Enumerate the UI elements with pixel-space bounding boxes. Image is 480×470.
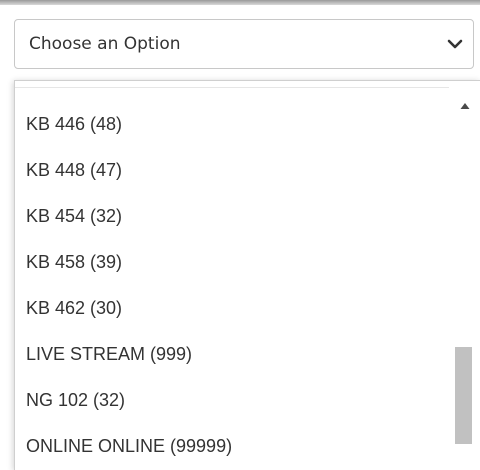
- list-item[interactable]: KB 458 (39): [15, 239, 449, 285]
- dropdown-listbox[interactable]: KB 446 (48) KB 448 (47) KB 454 (32) KB 4…: [14, 80, 480, 470]
- list-item[interactable]: NG 102 (32): [15, 377, 449, 423]
- list-item[interactable]: KB 462 (30): [15, 285, 449, 331]
- list-item[interactable]: ONLINE ONLINE (99999): [15, 423, 449, 469]
- triangle-up-icon[interactable]: [458, 101, 472, 111]
- list-item[interactable]: LIVE STREAM (999): [15, 331, 449, 377]
- chevron-down-icon[interactable]: [447, 36, 463, 52]
- list-item[interactable]: KB 454 (32): [15, 193, 449, 239]
- option-select[interactable]: Choose an Option: [14, 19, 474, 69]
- scrollbar-thumb[interactable]: [455, 347, 472, 444]
- option-list: KB 446 (48) KB 448 (47) KB 454 (32) KB 4…: [15, 101, 449, 469]
- top-shadow: [0, 0, 480, 5]
- scrollbar[interactable]: [449, 81, 480, 470]
- list-item[interactable]: KB 448 (47): [15, 147, 449, 193]
- list-item[interactable]: KB 446 (48): [15, 101, 449, 147]
- select-placeholder: Choose an Option: [29, 34, 181, 54]
- dropdown-divider: [15, 87, 449, 88]
